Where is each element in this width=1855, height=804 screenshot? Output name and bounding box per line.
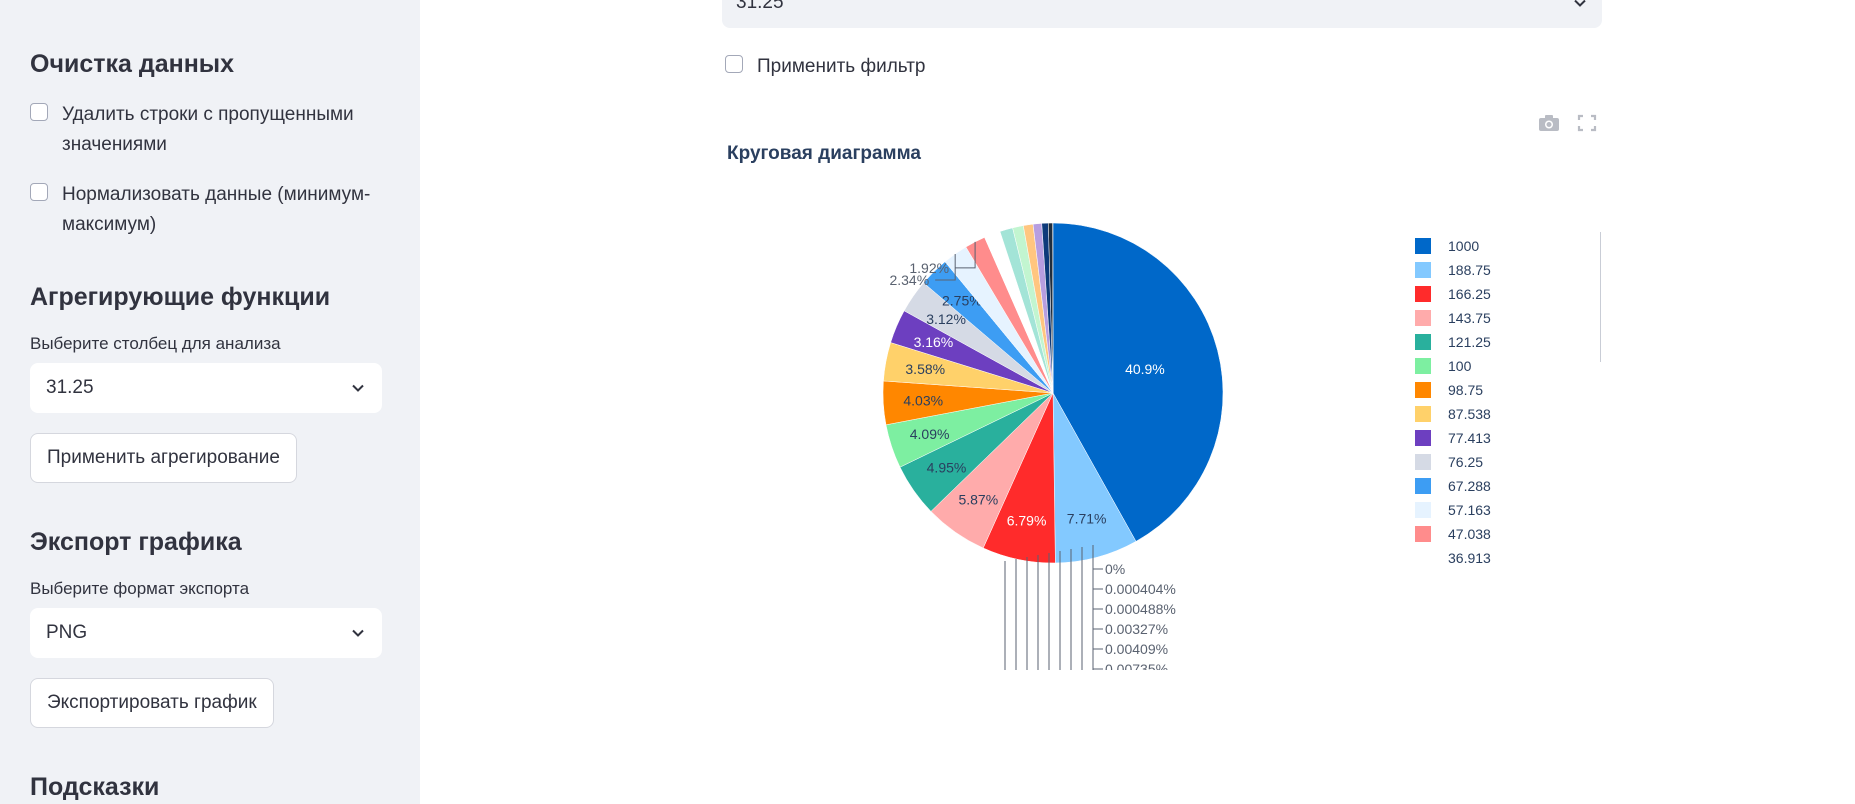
chevron-down-icon bbox=[352, 629, 364, 637]
slice-label: 0.00735% bbox=[1105, 661, 1168, 670]
legend-label: 121.25 bbox=[1448, 334, 1491, 350]
legend-swatch bbox=[1415, 238, 1431, 254]
legend-label: 100 bbox=[1448, 358, 1472, 374]
drop-missing-label[interactable]: Удалить строки с пропущенными значениями bbox=[62, 100, 382, 160]
legend-label: 87.538 bbox=[1448, 406, 1491, 422]
legend-swatch bbox=[1415, 454, 1431, 470]
slice-label: 0.00409% bbox=[1105, 641, 1168, 657]
slice-label: 4.95% bbox=[927, 460, 967, 476]
legend-swatch bbox=[1415, 310, 1431, 326]
export-format-value: PNG bbox=[46, 622, 88, 643]
legend-label: 143.75 bbox=[1448, 310, 1491, 326]
pie-chart: 40.9% 7.71% 6.79% 5.87% 4.95% 4.09% 4.03% 3.58%… bbox=[882, 222, 1224, 670]
legend-label: 76.25 bbox=[1448, 454, 1484, 470]
legend-swatch bbox=[1415, 526, 1431, 542]
export-heading: Экспорт графика bbox=[30, 528, 242, 556]
slice-label: 40.9% bbox=[1125, 361, 1165, 377]
legend-item[interactable]: 166.25 bbox=[1415, 284, 1491, 304]
legend-item[interactable]: 143.75 bbox=[1415, 308, 1491, 328]
legend-label: 47.038 bbox=[1448, 526, 1491, 542]
legend-item[interactable]: 87.538 bbox=[1415, 404, 1491, 424]
legend-swatch bbox=[1415, 334, 1431, 350]
legend-item[interactable]: 77.413 bbox=[1415, 428, 1491, 448]
hints-heading: Подсказки bbox=[30, 773, 160, 801]
legend-swatch bbox=[1415, 382, 1431, 398]
normalize-label[interactable]: Нормализовать данные (минимум-максимум) bbox=[62, 180, 382, 240]
chevron-down-icon bbox=[352, 384, 364, 392]
legend-label: 188.75 bbox=[1448, 262, 1491, 278]
filter-column-value: 31.25 bbox=[736, 0, 784, 13]
legend-item[interactable]: 121.25 bbox=[1415, 332, 1491, 352]
legend-swatch bbox=[1415, 406, 1431, 422]
apply-aggregation-button[interactable]: Применить агрегирование bbox=[30, 433, 297, 483]
drop-missing-checkbox-row[interactable]: Удалить строки с пропущенными значениями bbox=[30, 100, 382, 160]
normalize-checkbox-row[interactable]: Нормализовать данные (минимум-максимум) bbox=[30, 180, 382, 240]
legend-swatch bbox=[1415, 478, 1431, 494]
agg-column-select[interactable]: 31.25 bbox=[30, 363, 382, 413]
fullscreen-icon[interactable] bbox=[1576, 113, 1598, 133]
slice-label: 0% bbox=[1105, 561, 1125, 577]
legend-swatch bbox=[1415, 502, 1431, 518]
legend-label: 98.75 bbox=[1448, 382, 1484, 398]
cleaning-heading: Очистка данных bbox=[30, 50, 235, 78]
legend-label: 166.25 bbox=[1448, 286, 1491, 302]
agg-column-label: Выберите столбец для анализа bbox=[30, 334, 281, 353]
legend-swatch bbox=[1415, 550, 1431, 566]
filter-column-select[interactable]: 31.25 bbox=[722, 0, 1602, 28]
legend-label: 36.913 bbox=[1448, 550, 1491, 566]
legend-item[interactable]: 98.75 bbox=[1415, 380, 1483, 400]
legend-scrollbar[interactable] bbox=[1600, 232, 1601, 362]
legend-item[interactable]: 76.25 bbox=[1415, 452, 1483, 472]
slice-label: 3.16% bbox=[914, 334, 954, 350]
legend-swatch bbox=[1415, 286, 1431, 302]
chart-title: Круговая диаграмма bbox=[727, 143, 921, 164]
export-chart-button[interactable]: Экспортировать график bbox=[30, 678, 274, 728]
legend-label: 67.288 bbox=[1448, 478, 1491, 494]
legend-label: 57.163 bbox=[1448, 502, 1491, 518]
slice-label: 0.00327% bbox=[1105, 621, 1168, 637]
camera-icon[interactable] bbox=[1538, 113, 1560, 133]
slice-label: 0.000488% bbox=[1105, 601, 1176, 617]
legend-swatch bbox=[1415, 430, 1431, 446]
sidebar: Очистка данных Удалить строки с пропущен… bbox=[0, 0, 420, 804]
slice-label: 5.87% bbox=[958, 491, 998, 507]
slice-label: 0.000404% bbox=[1105, 581, 1176, 597]
export-format-label: Выберите формат экспорта bbox=[30, 579, 250, 598]
legend-item[interactable]: 47.038 bbox=[1415, 524, 1491, 544]
agg-column-value: 31.25 bbox=[46, 377, 94, 398]
slice-label: 6.79% bbox=[1007, 512, 1047, 528]
legend-item[interactable]: 36.913 bbox=[1415, 548, 1491, 568]
export-format-select[interactable]: PNG bbox=[30, 608, 382, 658]
aggregation-heading: Агрегирующие функции bbox=[30, 283, 331, 311]
slice-label: 4.09% bbox=[910, 426, 950, 442]
legend-item[interactable]: 100 bbox=[1415, 356, 1471, 376]
slice-label: 4.03% bbox=[903, 393, 943, 409]
legend-item[interactable]: 1000 bbox=[1415, 236, 1479, 256]
normalize-checkbox[interactable] bbox=[30, 183, 48, 201]
legend-item[interactable]: 57.163 bbox=[1415, 500, 1491, 520]
apply-filter-label[interactable]: Применить фильтр bbox=[757, 52, 1077, 82]
legend-swatch bbox=[1415, 358, 1431, 374]
apply-filter-checkbox[interactable] bbox=[725, 55, 743, 73]
apply-filter-checkbox-row[interactable]: Применить фильтр bbox=[725, 52, 1077, 82]
legend-label: 1000 bbox=[1448, 238, 1480, 254]
slice-label: 1.92% bbox=[909, 260, 949, 276]
slice-label: 7.71% bbox=[1067, 511, 1107, 527]
legend-item[interactable]: 67.288 bbox=[1415, 476, 1491, 496]
slice-label: 3.58% bbox=[905, 361, 945, 377]
chevron-down-icon bbox=[1574, 0, 1586, 7]
drop-missing-checkbox[interactable] bbox=[30, 103, 48, 121]
legend-label: 77.413 bbox=[1448, 430, 1491, 446]
legend-swatch bbox=[1415, 262, 1431, 278]
legend-item[interactable]: 188.75 bbox=[1415, 260, 1491, 280]
